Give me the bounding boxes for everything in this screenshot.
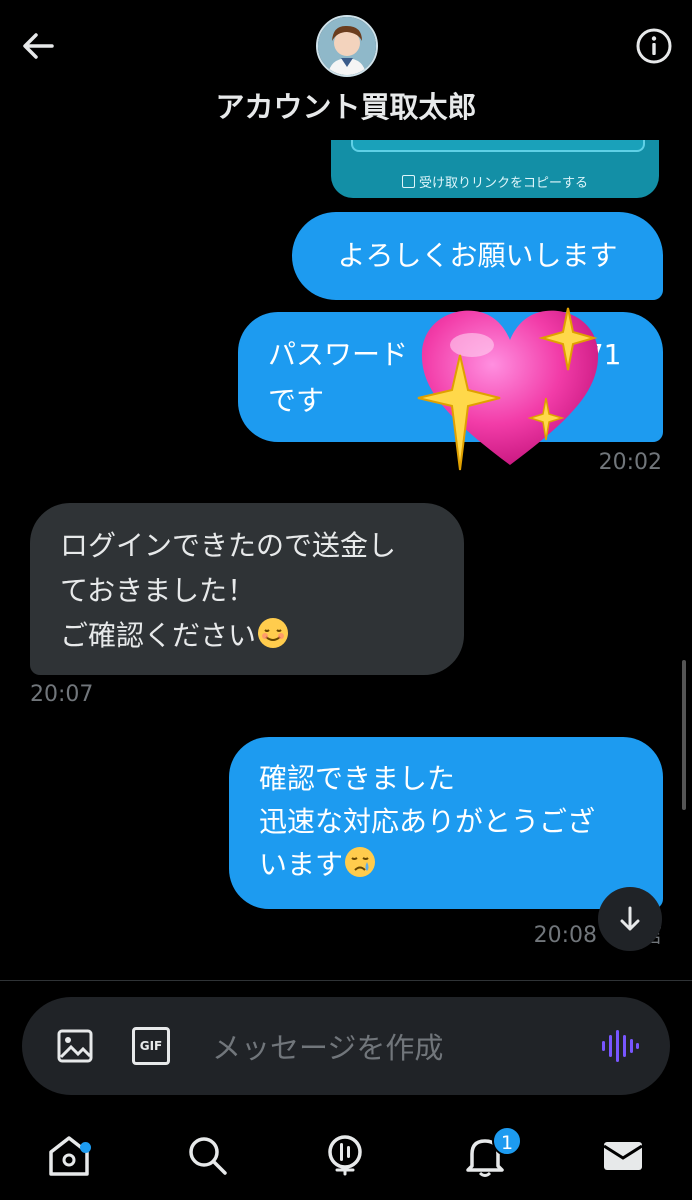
message-input[interactable]: メッセージを作成	[212, 1025, 443, 1067]
search-icon	[189, 1137, 227, 1175]
message-text: 確認できました	[259, 762, 456, 795]
smiling-face-icon	[258, 618, 289, 648]
tab-search[interactable]	[182, 1130, 232, 1180]
message-bubble-incoming[interactable]: ログインできたので送金し ておきました！ ご確認ください	[30, 503, 464, 675]
message-text: 迅速な対応ありがとうござ	[259, 805, 596, 838]
arrow-left-icon	[23, 33, 54, 59]
gif-button[interactable]: GIF	[132, 1027, 170, 1065]
image-icon[interactable]	[56, 1027, 94, 1065]
mail-icon	[603, 1142, 643, 1170]
voice-message-icon[interactable]	[600, 1027, 640, 1065]
message-text: ご確認ください	[60, 613, 434, 658]
scrollbar[interactable]	[682, 660, 686, 810]
tab-messages[interactable]	[598, 1130, 648, 1180]
message-composer: GIF メッセージを作成	[22, 997, 670, 1095]
arrow-down-icon	[620, 906, 640, 931]
copy-receive-link[interactable]: 受け取りリンクをコピーする	[331, 172, 659, 191]
divider	[0, 980, 692, 981]
avatar[interactable]	[316, 15, 378, 77]
back-button[interactable]	[18, 26, 58, 66]
tab-home[interactable]	[44, 1130, 94, 1180]
copy-icon	[401, 175, 415, 188]
message-bubble-outgoing[interactable]: 確認できました 迅速な対応ありがとうござ います	[229, 737, 663, 909]
timestamp: 20:07	[30, 682, 94, 707]
info-icon	[636, 28, 672, 64]
home-icon	[49, 1136, 89, 1176]
spaces-icon	[328, 1135, 362, 1176]
home-unread-dot	[80, 1142, 91, 1153]
transfer-card: 受け取りリンクをコピーする	[331, 132, 659, 198]
message-text: よろしくお願いします	[337, 239, 618, 272]
tab-spaces[interactable]	[320, 1130, 370, 1180]
message-text: います	[259, 843, 633, 886]
message-text: ておきました！	[60, 574, 256, 607]
sparkling-heart-icon	[417, 307, 599, 471]
bottom-tab-bar	[0, 1115, 692, 1200]
message-bubble-outgoing[interactable]: よろしくお願いします	[292, 212, 663, 300]
conversation-header: アカウント買取太郎	[0, 0, 692, 140]
message-text: ログインできたので送金し	[60, 529, 397, 562]
notifications-badge: 1	[492, 1126, 522, 1156]
scroll-to-bottom-button[interactable]	[598, 887, 662, 951]
conversation-title[interactable]: アカウント買取太郎	[0, 84, 692, 126]
gif-label: GIF	[139, 1039, 163, 1053]
info-button[interactable]	[634, 26, 674, 66]
crying-face-icon	[345, 847, 376, 877]
